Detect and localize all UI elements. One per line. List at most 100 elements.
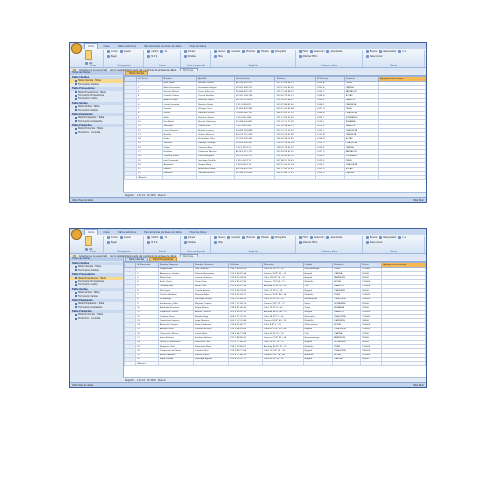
ribbon-button[interactable]: Calibri: [147, 50, 158, 53]
empty-cell[interactable]: [157, 361, 195, 367]
ribbon-button[interactable]: Nuevo: [214, 236, 225, 239]
ribbon-button[interactable]: Alternar filtro: [298, 55, 317, 58]
ribbon-button[interactable]: Reemplazar: [379, 236, 396, 239]
ribbon-button[interactable]: Totales: [257, 236, 269, 239]
ribbon-button[interactable]: Pegar: [106, 241, 117, 244]
document-tab[interactable]: Tabla Proveedores: [149, 257, 178, 261]
ribbon-button[interactable]: Cortar: [106, 50, 118, 53]
ribbon-tab[interactable]: Datos externos: [115, 230, 139, 235]
ribbon-tab[interactable]: Inicio: [84, 43, 99, 49]
navigation-pane-header[interactable]: Todas las tablas: [70, 257, 123, 261]
office-button[interactable]: [71, 229, 82, 240]
ribbon-button[interactable]: Viñetas: [183, 241, 196, 244]
ribbon-button[interactable]: Copiar: [119, 50, 131, 53]
new-record-row[interactable]: (Nuevo): [124, 175, 426, 181]
ribbon-button[interactable]: Alinear: [183, 50, 195, 53]
empty-cell[interactable]: [274, 175, 317, 181]
new-row-selector[interactable]: [124, 361, 137, 367]
ribbon-button[interactable]: Nuevo: [214, 50, 225, 53]
ribbon-button[interactable]: Más: [214, 55, 223, 58]
ribbon-button[interactable]: Avanzadas: [326, 236, 342, 239]
ribbon-button[interactable]: N K S: [147, 55, 157, 58]
ribbon-button[interactable]: Filtro: [298, 236, 308, 239]
empty-cell[interactable]: [233, 175, 276, 181]
ribbon-button[interactable]: Guardar: [227, 50, 240, 53]
ribbon-button[interactable]: Seleccionar: [365, 241, 383, 244]
ribbon-button[interactable]: 11: [160, 236, 167, 239]
nav-item[interactable]: Productos : consulta: [70, 317, 123, 320]
ribbon-button[interactable]: Ortografía: [270, 50, 286, 53]
ribbon-button[interactable]: Ir a: [398, 236, 406, 239]
ribbon-button[interactable]: Viñetas: [183, 55, 196, 58]
ribbon-tab[interactable]: Herramientas de base de datos: [141, 230, 185, 235]
new-record-row[interactable]: (Nuevo): [124, 361, 426, 367]
empty-cell[interactable]: [343, 175, 380, 181]
nav-item[interactable]: Productos : consulta: [70, 131, 123, 134]
ribbon-button[interactable]: Totales: [257, 50, 269, 53]
ribbon-button[interactable]: Ortografía: [270, 236, 286, 239]
new-row-selector[interactable]: [124, 175, 138, 181]
ribbon-button[interactable]: Buscar: [365, 236, 378, 239]
new-row-label[interactable]: (Nuevo): [135, 361, 159, 367]
view-button[interactable]: [85, 236, 92, 246]
nav-item[interactable]: Formulario empleados: [70, 120, 123, 123]
ribbon-button[interactable]: Avanzadas: [326, 50, 342, 53]
new-row-label[interactable]: (Nuevo): [136, 175, 163, 181]
document-tab[interactable]: Tabla Clientes: [125, 71, 149, 75]
empty-cell[interactable]: [228, 361, 263, 367]
ribbon-button[interactable]: Eliminar: [242, 50, 255, 53]
nav-item[interactable]: Formulario costos: [70, 97, 123, 100]
ribbon-button[interactable]: Buscar: [365, 50, 377, 53]
empty-cell[interactable]: [193, 361, 230, 367]
ribbon-button[interactable]: Cortar: [106, 236, 118, 239]
ribbon-tab[interactable]: Crear: [100, 44, 113, 49]
ribbon-button[interactable]: N K S: [147, 241, 157, 244]
nav-item[interactable]: Formulario Ventas: [70, 295, 123, 298]
empty-cell[interactable]: [261, 361, 304, 367]
ribbon-tab[interactable]: Hoja de datos: [187, 44, 210, 49]
ribbon-button-icon: [119, 50, 123, 53]
ribbon-button[interactable]: Eliminar: [242, 236, 255, 239]
ribbon-button[interactable]: 11: [160, 50, 167, 53]
ribbon-button[interactable]: Más: [214, 241, 223, 244]
view-button[interactable]: [85, 50, 92, 60]
ribbon-button[interactable]: Selección: [310, 236, 324, 239]
ribbon-button[interactable]: Seleccionar: [365, 55, 383, 58]
empty-cell[interactable]: [315, 175, 345, 181]
ribbon-button[interactable]: Reemplazar: [379, 50, 396, 53]
ribbon-button-label: Buscar: [369, 236, 378, 239]
ribbon-button[interactable]: Alinear: [183, 236, 195, 239]
ribbon-tab[interactable]: Hoja de datos: [187, 230, 210, 235]
empty-cell[interactable]: [161, 175, 198, 181]
empty-cell[interactable]: [378, 175, 426, 181]
office-button[interactable]: [71, 43, 82, 54]
ribbon-button[interactable]: Guardar: [227, 236, 240, 239]
ribbon-group-label: Registros: [248, 65, 259, 67]
nav-item[interactable]: Formulario clientes: [70, 83, 123, 86]
empty-cell[interactable]: [196, 175, 235, 181]
access-window-clientes: Inicio Crear Datos externos Herramientas de…: [69, 42, 427, 203]
empty-cell[interactable]: [302, 361, 334, 367]
ribbon-tab[interactable]: Datos externos: [115, 44, 139, 49]
ribbon-button[interactable]: Calibri: [147, 236, 158, 239]
document-tab[interactable]: Tabla Clientes: [125, 257, 149, 261]
ribbon-button-label: N K S: [151, 55, 158, 58]
navigation-pane-header[interactable]: Todas las tablas: [70, 71, 123, 75]
ribbon-button[interactable]: Ir a: [398, 50, 406, 53]
empty-cell[interactable]: [332, 361, 362, 367]
nav-item[interactable]: Formulario clientes: [70, 269, 123, 272]
ribbon-button[interactable]: Alternar filtro: [298, 241, 317, 244]
ribbon-button[interactable]: Filtro: [298, 50, 308, 53]
ribbon-tab[interactable]: Herramientas de base de datos: [141, 44, 185, 49]
nav-item[interactable]: Formulario costos: [70, 283, 123, 286]
ribbon-button[interactable]: Pegar: [106, 55, 117, 58]
empty-cell[interactable]: [360, 361, 383, 367]
ribbon-tab[interactable]: Inicio: [84, 229, 99, 235]
ribbon-tab[interactable]: Crear: [100, 230, 113, 235]
document-area: Tabla Clientes Tabla Proveedores Id Provee…: [124, 257, 426, 382]
ribbon-button[interactable]: Selección: [310, 50, 324, 53]
nav-item[interactable]: Formulario Ventas: [70, 109, 123, 112]
ribbon-button[interactable]: Copiar: [119, 236, 131, 239]
empty-cell[interactable]: [381, 361, 426, 367]
nav-item[interactable]: Formulario empleados: [70, 306, 123, 309]
